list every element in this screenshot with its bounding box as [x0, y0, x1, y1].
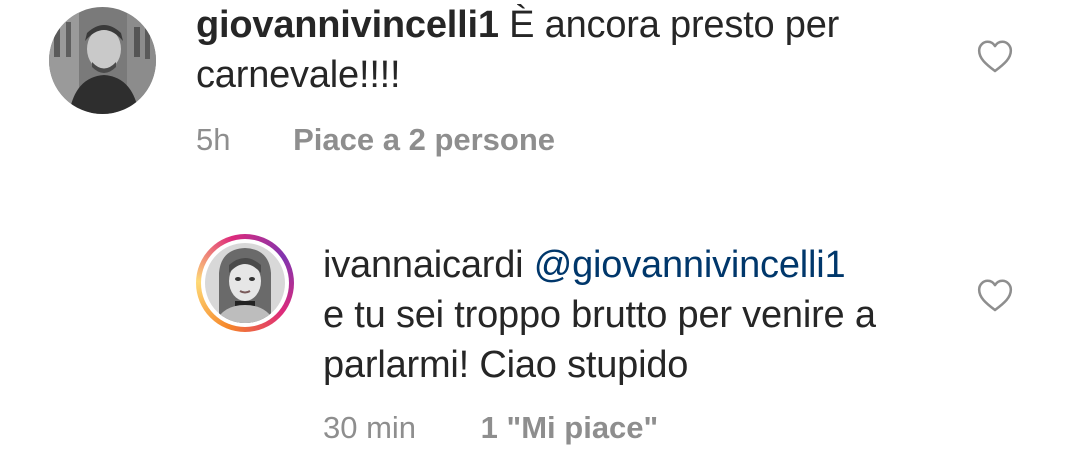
username-link[interactable]: ivannaicardi: [323, 244, 524, 286]
story-ring[interactable]: [196, 234, 294, 332]
timestamp: 5h: [196, 122, 231, 157]
timestamp: 30 min: [323, 410, 417, 445]
heart-outline-icon[interactable]: [976, 38, 1014, 74]
avatar: [205, 243, 285, 323]
likes-count-link[interactable]: 1 "Mi piace": [481, 410, 659, 445]
comment-item: giovannivincelli1 È ancora presto per ca…: [0, 0, 1080, 200]
comment-text-line: parlarmi! Ciao stupido: [323, 344, 689, 386]
username-link[interactable]: giovannivincelli1: [196, 4, 499, 46]
comment-text-line: È ancora presto per: [498, 4, 840, 46]
reply-comment-item: ivannaicardi @giovannivincelli1 e tu sei…: [0, 200, 1080, 455]
mention-link[interactable]: @giovannivincelli1: [534, 244, 846, 286]
profile-photo-icon: [49, 7, 156, 114]
comment-text-line: carnevale!!!!: [196, 54, 401, 96]
avatar[interactable]: [49, 7, 156, 114]
comment-text-line: e tu sei troppo brutto per venire a: [323, 294, 876, 336]
profile-photo-icon: [205, 243, 285, 323]
comment-text: ivannaicardi @giovannivincelli1 e tu sei…: [323, 240, 963, 390]
likes-count-link[interactable]: Piace a 2 persone: [293, 122, 555, 157]
comment-text: giovannivincelli1 È ancora presto per ca…: [196, 0, 916, 100]
comment-meta: 5h Piace a 2 persone: [196, 122, 555, 158]
heart-outline-icon[interactable]: [976, 277, 1014, 313]
comment-meta: 30 min 1 "Mi piace": [323, 410, 658, 446]
